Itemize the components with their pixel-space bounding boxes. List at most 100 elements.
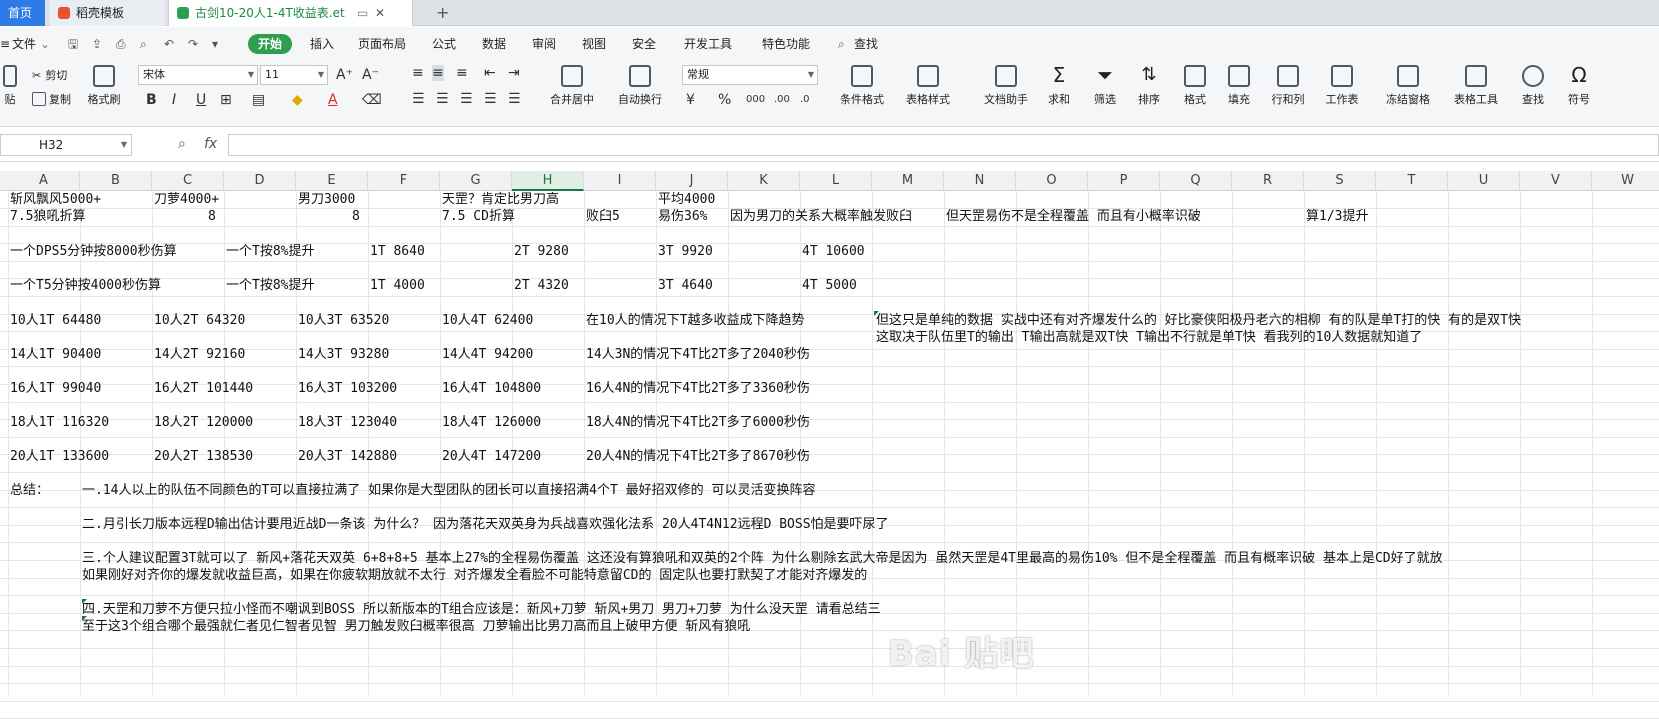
cell-r12-4[interactable]: 16人4N的情况下4T比2T多了3360秒伤 [586,380,810,398]
column-header-c[interactable]: C [152,171,224,191]
cell-r8-3[interactable]: 10人4T 62400 [442,312,533,330]
font-size-select[interactable]: 11 ▼ [260,65,328,85]
column-header-m[interactable]: M [872,171,944,191]
export-icon[interactable]: ⇪ [92,35,102,53]
menu-developer[interactable]: 开发工具 [684,35,732,53]
cell-r16-1[interactable]: 20人2T 138530 [154,448,253,466]
column-header-p[interactable]: P [1088,171,1160,191]
cell-r14-1[interactable]: 18人2T 120000 [154,414,253,432]
number-format-select[interactable]: 常规 ▼ [682,65,818,85]
cell-r10-2[interactable]: 14人3T 93280 [298,346,389,364]
cell-r10-0[interactable]: 14人1T 90400 [10,346,101,364]
column-header-a[interactable]: A [8,171,80,191]
cell-r8-0[interactable]: 10人1T 64480 [10,312,101,330]
sort-button[interactable]: ⇅ 排序 [1130,65,1168,107]
search-icon[interactable]: ⌕ [838,35,845,53]
cell-r8-1[interactable]: 10人2T 64320 [154,312,245,330]
cell-r12-0[interactable]: 16人1T 99040 [10,380,101,398]
preview-icon[interactable]: ⌕ [140,35,147,53]
cell-r1-4[interactable]: 平均4000 [658,191,715,209]
sheet-grid[interactable]: 斩风飘风5000+ 刀萝4000+ 男刀3000 天罡？肯定比男刀高 平均4000 7.5… [0,191,1659,719]
chevron-down-icon[interactable]: ⌄ [40,35,50,53]
underline-icon[interactable]: U [196,92,206,108]
tab-home[interactable]: 首页 [0,0,45,26]
row-col-button[interactable]: 行和列 [1266,65,1310,107]
cell-r14-2[interactable]: 18人3T 123040 [298,414,397,432]
name-box[interactable]: H32 ▼ [0,134,132,156]
worksheet-button[interactable]: 工作表 [1320,65,1364,107]
cell-r4-4[interactable]: 3T 9920 [658,243,713,261]
cell-r16-2[interactable]: 20人3T 142880 [298,448,397,466]
conditional-format-button[interactable]: 条件格式 [834,65,890,107]
align-center-icon[interactable]: ☰ [436,91,449,107]
sum-button[interactable]: Σ 求和 [1040,65,1078,107]
table-style-button[interactable]: 表格样式 [900,65,956,107]
cell-r6-4[interactable]: 3T 4640 [658,277,713,295]
column-header-v[interactable]: V [1520,171,1592,191]
print-icon[interactable]: ⎙ [116,35,126,53]
column-header-s[interactable]: S [1304,171,1376,191]
cell-r23-0[interactable]: 如果刚好对齐你的爆发就收益巨高，如果在你疲软期放就不太行 对齐爆发全看脸不可能特… [82,567,867,585]
cell-r4-2[interactable]: 1T 8640 [370,243,425,261]
tab-template[interactable]: 稻壳模板 [50,0,165,26]
menu-formulas[interactable]: 公式 [432,35,456,53]
font-color-icon[interactable]: A [328,92,338,108]
justify-icon[interactable]: ☰ [484,91,497,107]
cell-r2-1[interactable]: 8 [208,208,216,226]
merge-center-button[interactable]: 合并居中 [544,65,600,107]
align-top-icon[interactable]: ≡ [412,65,424,81]
doc-assistant-button[interactable]: 文档助手 [978,65,1034,107]
column-header-o[interactable]: O [1016,171,1088,191]
cell-r2-5[interactable]: 易伤36% [658,208,707,226]
paste-button[interactable]: 贴 [0,65,20,107]
cell-r12-3[interactable]: 16人4T 104800 [442,380,541,398]
increase-decimal-icon[interactable]: .00 [774,92,790,108]
cell-r2-3[interactable]: 7.5 CD折算 [442,208,515,226]
decrease-decimal-icon[interactable]: .0 [800,92,810,108]
menu-file[interactable]: 文件 [12,35,36,53]
wrap-text-button[interactable]: 自动换行 [612,65,668,107]
column-header-d[interactable]: D [224,171,296,191]
menu-search[interactable]: 查找 [854,35,878,53]
cell-r26-0[interactable]: 至于这3个组合哪个最强就仁者见仁智者见智 男刀触发败臼概率很高 刀萝输出比男刀高… [82,618,750,636]
column-header-b[interactable]: B [80,171,152,191]
fill-color-icon[interactable]: ◆ [292,92,303,108]
cell-r22-0[interactable]: 三.个人建议配置3T就可以了 新风+落花天双英 6+8+8+5 基本上27%的全… [82,550,1443,568]
eraser-icon[interactable]: ⌫ [362,92,382,108]
copy-button[interactable]: 复制 [32,91,71,107]
menu-page-layout[interactable]: 页面布局 [358,35,406,53]
cell-r2-2[interactable]: 8 [352,208,360,226]
freeze-panes-button[interactable]: 冻结窗格 [1380,65,1436,107]
column-header-l[interactable]: L [800,171,872,191]
bold-icon[interactable]: B [146,92,157,108]
cell-r4-5[interactable]: 4T 10600 [802,243,865,261]
cell-r1-2[interactable]: 男刀3000 [298,191,355,209]
menu-review[interactable]: 审阅 [532,35,556,53]
menu-features[interactable]: 特色功能 [762,35,810,53]
customize-icon[interactable]: ▾ [212,35,218,53]
cell-r20-0[interactable]: 二.月引长刀版本远程D输出估计要甩近战D一条该 为什么？ 因为落花天双英身为兵战… [82,516,889,534]
indent-decrease-icon[interactable]: ⇤ [484,65,496,81]
redo-icon[interactable]: ↷ [188,35,198,53]
cell-r8-2[interactable]: 10人3T 63520 [298,312,389,330]
undo-icon[interactable]: ↶ [164,35,174,53]
format-painter-button[interactable]: 格式刷 [84,65,124,107]
column-header-i[interactable]: I [584,171,656,191]
cell-r6-1[interactable]: 一个T按8%提升 [226,277,314,295]
column-header-t[interactable]: T [1376,171,1448,191]
symbol-button[interactable]: Ω 符号 [1560,65,1598,107]
cell-r18-0[interactable]: 总结： [10,482,49,500]
formula-input[interactable] [228,134,1659,156]
distributed-icon[interactable]: ☰ [508,91,521,107]
thousands-icon[interactable]: 000 [746,92,765,108]
cell-r14-3[interactable]: 18人4T 126000 [442,414,541,432]
percent-icon[interactable]: % [718,92,731,108]
cell-r4-3[interactable]: 2T 9280 [514,243,569,261]
cell-r12-2[interactable]: 16人3T 103200 [298,380,397,398]
cell-r2-7[interactable]: 但天罡易伤不是全程覆盖 而且有小概率识破 [946,208,1201,226]
increase-font-icon[interactable]: A⁺ [336,67,353,83]
cell-r2-4[interactable]: 败臼5 [586,208,620,226]
cell-r2-8[interactable]: 算1/3提升 [1306,208,1368,226]
new-tab-button[interactable]: + [428,0,449,26]
cell-style-icon[interactable]: ▤ [252,92,265,108]
